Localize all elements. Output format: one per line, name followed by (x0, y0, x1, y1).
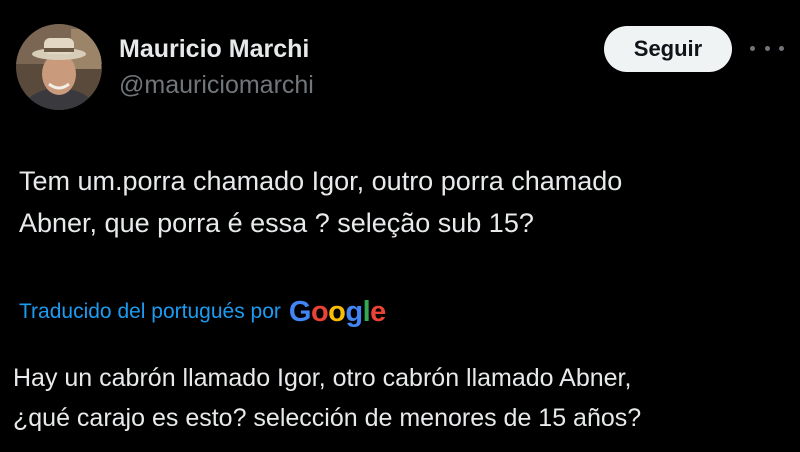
google-logo-letter: l (362, 295, 371, 328)
tweet-text: Tem um.porra chamado Igor, outro porra c… (19, 160, 789, 244)
tweet-text-line: Abner, que porra é essa ? seleção sub 15… (19, 208, 534, 238)
translated-text-line: Hay un cabrón llamado Igor, otro cabrón … (13, 364, 632, 392)
translation-attribution: Traducido del portugués por Google (19, 292, 386, 332)
google-logo-letter: o (328, 295, 346, 328)
follow-button[interactable]: Seguir (604, 26, 732, 72)
more-dot (779, 45, 784, 51)
translated-by-link[interactable]: Traducido del portugués por (19, 300, 281, 324)
author-name[interactable]: Mauricio Marchi (119, 33, 309, 65)
more-horizontal-icon[interactable] (750, 36, 784, 60)
tweet-text-line: Tem um.porra chamado Igor, outro porra c… (19, 166, 623, 196)
author-handle[interactable]: @mauriciomarchi (119, 69, 314, 101)
avatar[interactable] (16, 24, 102, 110)
google-logo-letter: G (288, 295, 312, 328)
more-dot (764, 45, 770, 51)
google-logo-letter: g (345, 295, 363, 328)
translated-text-line: ¿qué carajo es esto? selección de menore… (13, 404, 642, 432)
google-logo-letter: e (370, 295, 386, 328)
google-logo: Google (289, 296, 386, 329)
translated-text: Hay un cabrón llamado Igor, otro cabrón … (13, 358, 793, 438)
google-logo-letter: o (310, 295, 329, 328)
more-dot (750, 45, 755, 51)
